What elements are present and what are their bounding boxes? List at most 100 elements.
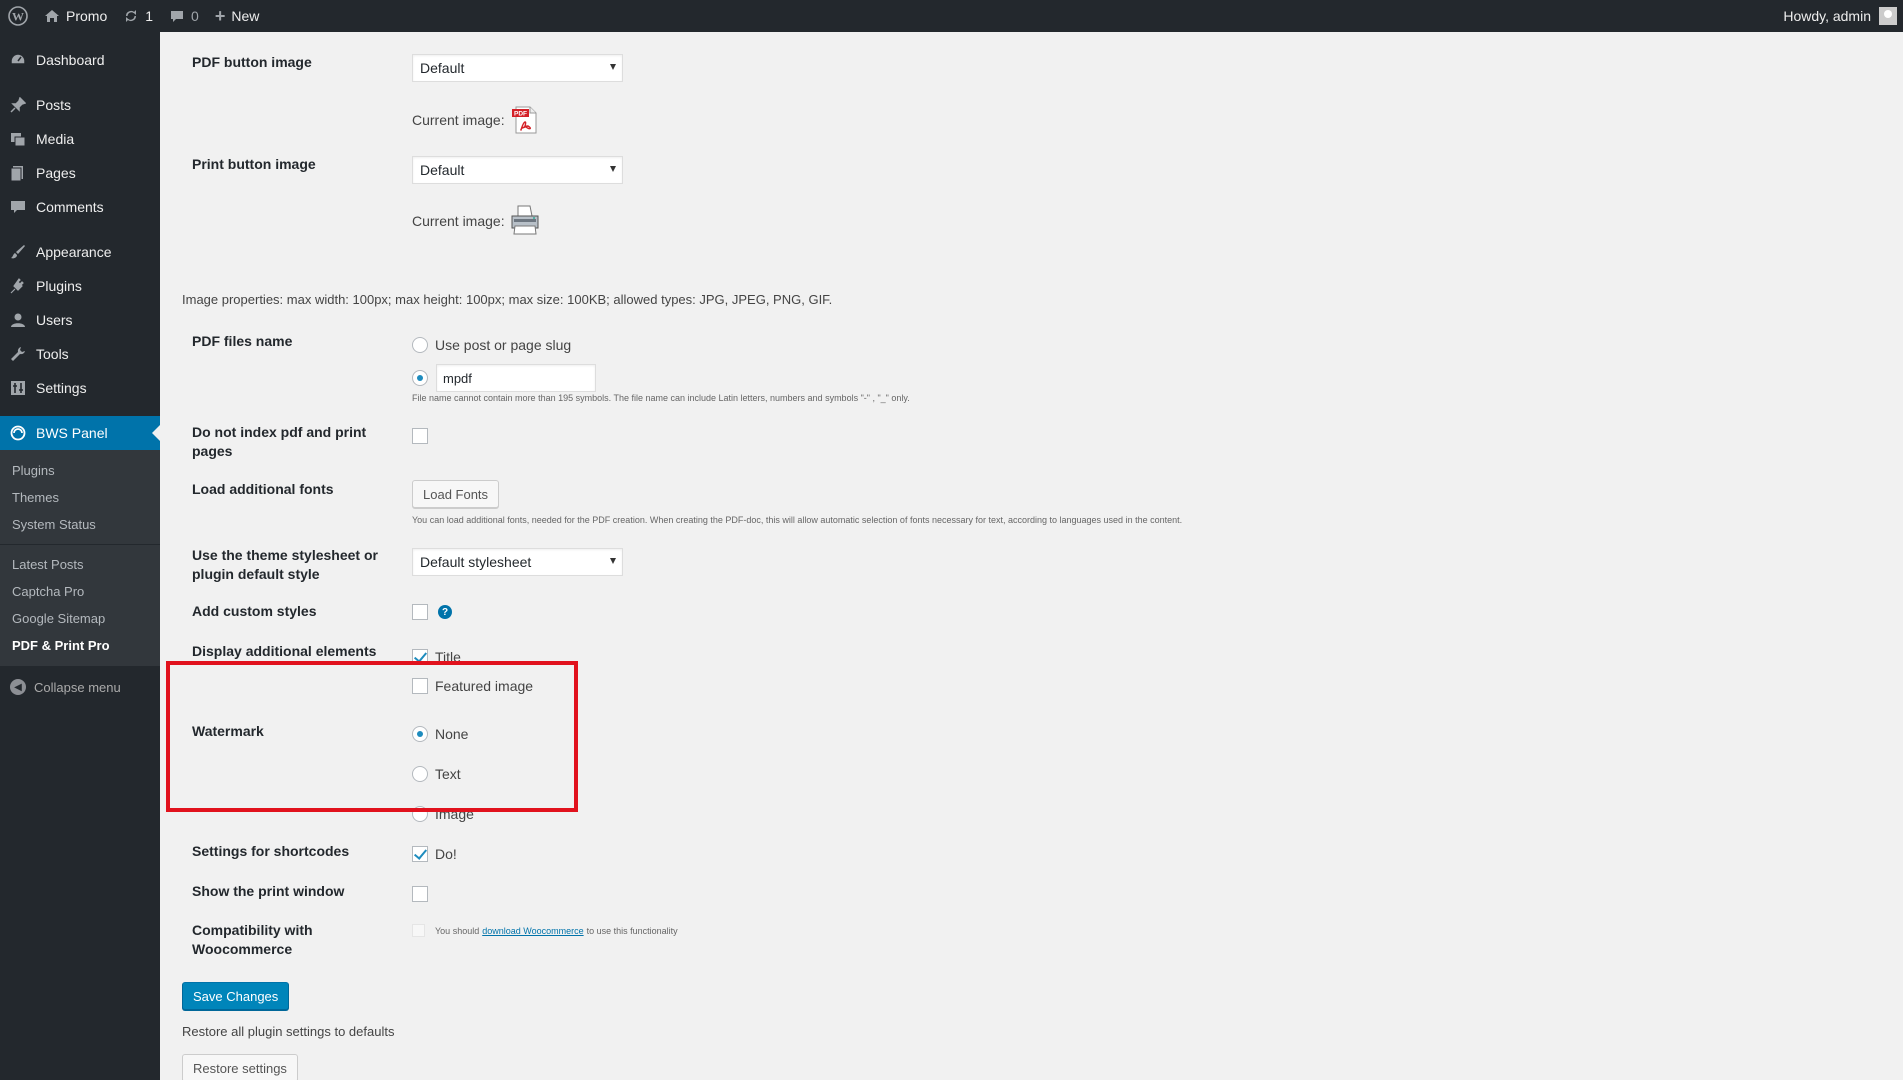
updates-count: 1 xyxy=(145,8,154,24)
sidebar-item-bws-panel[interactable]: BWS Panel xyxy=(0,416,160,450)
collapse-menu-button[interactable]: ◀ Collapse menu xyxy=(0,670,160,704)
sidebar-item-comments[interactable]: Comments xyxy=(0,190,160,224)
print-button-image-label: Print button image xyxy=(192,156,316,172)
pdf-button-image-select[interactable]: Default xyxy=(412,54,623,82)
sidebar-item-label: Appearance xyxy=(36,244,112,260)
sidebar-item-tools[interactable]: Tools xyxy=(0,337,160,371)
submenu-item-latest-posts[interactable]: Latest Posts xyxy=(0,551,160,578)
update-icon xyxy=(123,8,139,24)
sidebar-item-label: Tools xyxy=(36,346,69,362)
pin-icon xyxy=(10,97,26,113)
submenu-item-captcha-pro[interactable]: Captcha Pro xyxy=(0,578,160,605)
admin-bar: W Promo 1 0 + New Howdy, admin xyxy=(0,0,1903,32)
slug-radio[interactable] xyxy=(412,337,428,353)
sidebar-item-label: Comments xyxy=(36,199,104,215)
restore-text: Restore all plugin settings to defaults xyxy=(182,1024,395,1039)
custom-styles-field: ? xyxy=(412,604,452,620)
load-fonts-button-wrap: Load Fonts xyxy=(412,480,500,508)
woocommerce-note-suffix: to use this functionality xyxy=(586,925,678,936)
sidebar-item-label: Pages xyxy=(36,165,76,181)
sidebar-item-media[interactable]: Media xyxy=(0,122,160,156)
submenu-item-google-sitemap[interactable]: Google Sitemap xyxy=(0,605,160,632)
save-button-wrap: Save Changes xyxy=(182,982,290,1010)
select-value: Default xyxy=(420,60,465,76)
load-fonts-label: Load additional fonts xyxy=(192,481,334,497)
home-icon xyxy=(44,8,60,24)
restore-settings-button[interactable]: Restore settings xyxy=(182,1054,298,1080)
new-content-link[interactable]: + New xyxy=(207,0,268,32)
pdf-current-image: Current image: PDF xyxy=(412,104,541,136)
shortcodes-option: Do! xyxy=(412,844,457,864)
slug-option-label: Use post or page slug xyxy=(435,337,572,353)
site-name-link[interactable]: Promo xyxy=(36,0,115,32)
woocommerce-field: You should download Woocommerce to use t… xyxy=(412,924,678,937)
print-window-checkbox-wrap xyxy=(412,885,428,903)
collapse-arrow-icon: ◀ xyxy=(10,679,26,695)
watermark-highlight-box xyxy=(166,661,578,812)
pdf-files-name-label: PDF files name xyxy=(192,333,293,349)
shortcodes-checkbox[interactable] xyxy=(412,846,428,862)
dropdown-arrow-icon xyxy=(610,166,616,172)
shortcodes-label: Settings for shortcodes xyxy=(192,843,350,859)
submenu-item-plugins[interactable]: Plugins xyxy=(0,457,160,484)
image-properties-note: Image properties: max width: 100px; max … xyxy=(182,292,833,307)
media-icon xyxy=(10,131,26,147)
sidebar-item-label: BWS Panel xyxy=(36,425,108,441)
stylesheet-select[interactable]: Default stylesheet xyxy=(412,548,623,576)
sidebar-item-label: Posts xyxy=(36,97,72,113)
printer-icon xyxy=(509,204,541,238)
submenu-item-pdf-print-pro[interactable]: PDF & Print Pro xyxy=(0,632,160,659)
file-name-value: mpdf xyxy=(443,370,472,386)
stylesheet-label: Use the theme stylesheet or plugin defau… xyxy=(192,547,378,582)
bws-icon xyxy=(10,425,26,441)
sidebar-item-plugins[interactable]: Plugins xyxy=(0,269,160,303)
sidebar-item-users[interactable]: Users xyxy=(0,303,160,337)
current-image-label: Current image: xyxy=(412,213,505,229)
comment-bubble-icon xyxy=(169,8,185,24)
wordpress-logo-icon[interactable]: W xyxy=(0,0,36,32)
wrench-icon xyxy=(10,346,26,362)
my-account-link[interactable]: Howdy, admin xyxy=(1775,0,1897,32)
comments-link[interactable]: 0 xyxy=(161,0,207,32)
save-changes-button[interactable]: Save Changes xyxy=(182,982,290,1010)
plus-icon: + xyxy=(214,5,226,26)
load-fonts-button[interactable]: Load Fonts xyxy=(412,480,500,508)
svg-text:W: W xyxy=(12,10,24,24)
load-fonts-note: You can load additional fonts, needed fo… xyxy=(412,515,1183,525)
woocommerce-label: Compatibility with Woocommerce xyxy=(192,922,313,957)
print-window-checkbox[interactable] xyxy=(412,886,428,903)
sidebar-item-dashboard[interactable]: Dashboard xyxy=(0,43,160,77)
print-button-image-select[interactable]: Default xyxy=(412,156,623,184)
sidebar-item-appearance[interactable]: Appearance xyxy=(0,235,160,269)
sidebar-item-posts[interactable]: Posts xyxy=(0,88,160,122)
slug-option[interactable]: Use post or page slug xyxy=(412,335,571,355)
user-icon xyxy=(10,312,26,328)
display-elements-label: Display additional elements xyxy=(192,643,377,659)
submenu-item-system-status[interactable]: System Status xyxy=(0,511,160,538)
file-name-input[interactable]: mpdf xyxy=(436,364,596,392)
avatar xyxy=(1879,7,1897,25)
shortcodes-option-label: Do! xyxy=(435,846,457,862)
updates-link[interactable]: 1 xyxy=(115,0,161,32)
sidebar-item-pages[interactable]: Pages xyxy=(0,156,160,190)
sidebar-item-label: Users xyxy=(36,312,73,328)
download-woocommerce-link[interactable]: download Woocommerce xyxy=(482,926,583,936)
settings-icon xyxy=(10,380,26,396)
select-value: Default stylesheet xyxy=(420,554,532,570)
custom-name-option: mpdf xyxy=(412,364,596,392)
sidebar-item-settings[interactable]: Settings xyxy=(0,371,160,405)
dashboard-icon xyxy=(10,52,26,68)
submenu-item-themes[interactable]: Themes xyxy=(0,484,160,511)
sidebar-item-label: Settings xyxy=(36,380,87,396)
custom-styles-checkbox[interactable] xyxy=(412,604,428,620)
do-not-index-checkbox[interactable] xyxy=(412,428,428,445)
bws-submenu: Plugins Themes System Status Latest Post… xyxy=(0,450,160,666)
custom-name-radio[interactable] xyxy=(412,370,428,386)
submenu-divider xyxy=(0,544,160,545)
help-icon[interactable]: ? xyxy=(438,605,452,619)
dropdown-arrow-icon xyxy=(610,64,616,70)
do-not-index-checkbox-wrap xyxy=(412,427,428,445)
do-not-index-label: Do not index pdf and print pages xyxy=(192,424,367,459)
svg-text:PDF: PDF xyxy=(514,111,527,118)
new-label: New xyxy=(231,8,260,24)
